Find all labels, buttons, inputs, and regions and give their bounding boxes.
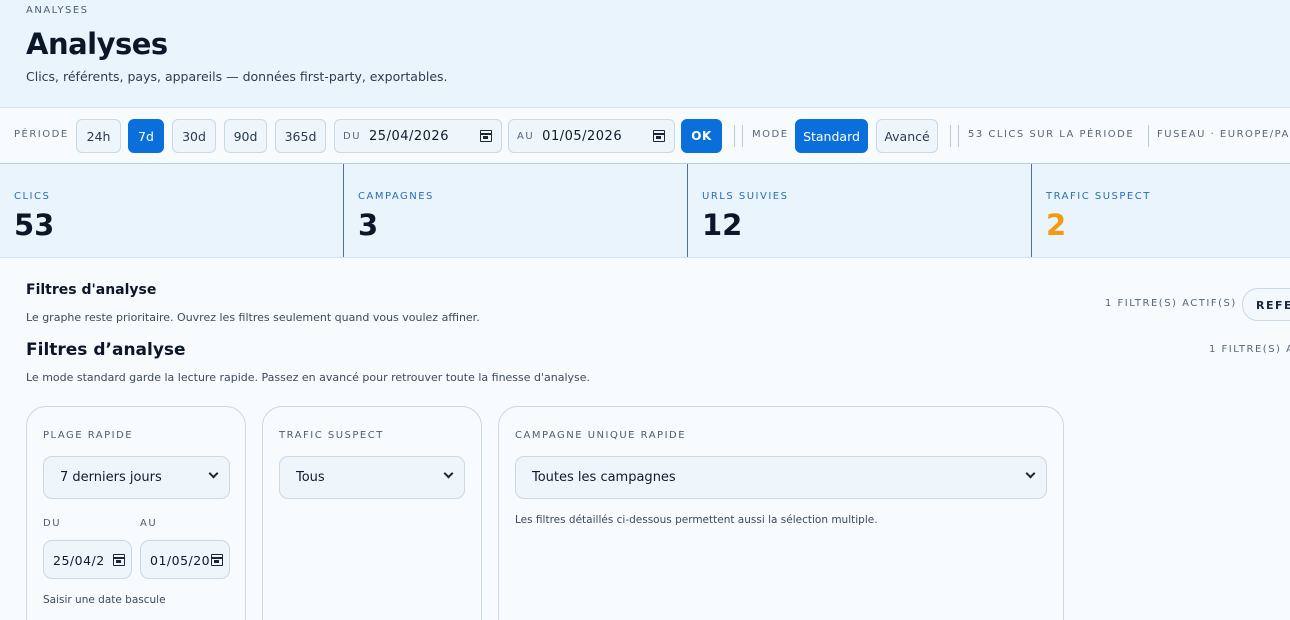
stats-row: CLICS 53 CAMPAGNES 3 URLS SUIVIES 12 TRA…	[0, 164, 1290, 258]
stat-label: TRAFIC SUSPECT	[1046, 191, 1151, 202]
chevron-down-icon	[208, 468, 219, 479]
campaign-card: CAMPAGNE UNIQUE RAPIDE Toutes les campag…	[498, 406, 1064, 620]
suspect-traffic-select[interactable]: Tous	[279, 456, 465, 499]
to-date-input[interactable]: AU 01/05/2026	[508, 119, 675, 153]
quick-to-date-value: 01/05/20	[150, 553, 211, 568]
divider	[958, 125, 959, 147]
from-prefix: DU	[343, 130, 362, 142]
stat-value: 2	[1046, 208, 1067, 242]
mode-standard-button[interactable]: Standard	[795, 119, 868, 153]
timezone-label: FUSEAU · EUROPE/PA	[1157, 129, 1290, 140]
period-90d-button[interactable]: 90d	[224, 119, 267, 153]
period-7d-button[interactable]: 7d	[128, 119, 164, 153]
filters-section-description: Le graphe reste prioritaire. Ouvrez les …	[26, 311, 480, 324]
stat-card-campaigns: CAMPAGNES 3	[344, 164, 688, 257]
period-365d-button[interactable]: 365d	[275, 119, 326, 153]
page-subtitle: Clics, référents, pays, appareils — donn…	[26, 69, 448, 84]
refresh-button[interactable]: REFEI	[1242, 288, 1290, 321]
stat-card-suspect-traffic: TRAFIC SUSPECT 2	[1032, 164, 1290, 257]
suspect-traffic-card: TRAFIC SUSPECT Tous	[262, 406, 482, 620]
quick-range-hint: Saisir une date bascule	[43, 594, 166, 606]
suspect-traffic-label: TRAFIC SUSPECT	[279, 430, 384, 441]
clicks-summary: 53 CLICS SUR LA PÉRIODE	[968, 129, 1135, 140]
campaign-select[interactable]: Toutes les campagnes	[515, 456, 1047, 499]
stat-label: CLICS	[14, 191, 51, 202]
divider	[1148, 125, 1149, 147]
from-label: DU	[43, 518, 62, 529]
divider	[950, 125, 951, 147]
stat-value: 12	[702, 208, 743, 242]
period-label: PÉRIODE	[14, 129, 69, 140]
stat-card-clicks: CLICS 53	[0, 164, 344, 257]
stat-label: CAMPAGNES	[358, 191, 434, 202]
filters-section-title: Filtres d'analyse	[26, 282, 157, 298]
active-filters-count: 1 FILTRE(S) ACTIF(S)	[1105, 298, 1237, 309]
calendar-icon[interactable]	[113, 554, 125, 566]
calendar-icon[interactable]	[653, 130, 665, 142]
chevron-down-icon	[443, 468, 454, 479]
divider	[742, 125, 743, 147]
quick-range-select[interactable]: 7 derniers jours	[43, 456, 230, 499]
page-header: ANALYSES Analyses Clics, référents, pays…	[0, 0, 1290, 108]
quick-from-date-input[interactable]: 25/04/2	[43, 540, 132, 579]
calendar-icon[interactable]	[480, 130, 492, 142]
to-date-value: 01/05/2026	[542, 128, 623, 144]
chevron-down-icon	[1025, 468, 1036, 479]
quick-range-card: PLAGE RAPIDE 7 derniers jours DU AU 25/0…	[26, 406, 246, 620]
suspect-traffic-value: Tous	[296, 470, 325, 485]
active-filters-count: 1 FILTRE(S) A	[1209, 344, 1290, 355]
apply-dates-button[interactable]: OK	[681, 119, 722, 153]
quick-from-date-value: 25/04/2	[53, 553, 105, 568]
quick-range-label: PLAGE RAPIDE	[43, 430, 134, 441]
to-prefix: AU	[517, 130, 535, 142]
page-title: Analyses	[26, 27, 168, 61]
stat-value: 3	[358, 208, 379, 242]
period-24h-button[interactable]: 24h	[76, 119, 121, 153]
to-label: AU	[140, 518, 158, 529]
from-date-input[interactable]: DU 25/04/2026	[334, 119, 502, 153]
campaign-label: CAMPAGNE UNIQUE RAPIDE	[515, 430, 687, 441]
quick-to-date-input[interactable]: 01/05/20	[140, 540, 230, 579]
quick-range-value: 7 derniers jours	[60, 470, 162, 485]
mode-advanced-button[interactable]: Avancé	[876, 119, 938, 153]
from-date-value: 25/04/2026	[369, 128, 449, 144]
stat-label: URLS SUIVIES	[702, 191, 789, 202]
filters-section-description: Le mode standard garde la lecture rapide…	[26, 371, 591, 384]
mode-label: MODE	[752, 129, 789, 140]
eyebrow: ANALYSES	[26, 5, 89, 16]
filters-section-title: Filtres d’analyse	[26, 340, 186, 360]
campaign-value: Toutes les campagnes	[532, 470, 676, 485]
stat-value: 53	[14, 208, 55, 242]
period-toolbar: PÉRIODE 24h 7d 30d 90d 365d DU 25/04/202…	[0, 108, 1290, 164]
stat-card-tracked-urls: URLS SUIVIES 12	[688, 164, 1032, 257]
divider	[734, 125, 735, 147]
campaign-note: Les filtres détaillés ci-dessous permett…	[515, 514, 878, 526]
calendar-icon[interactable]	[211, 554, 223, 566]
period-30d-button[interactable]: 30d	[172, 119, 216, 153]
